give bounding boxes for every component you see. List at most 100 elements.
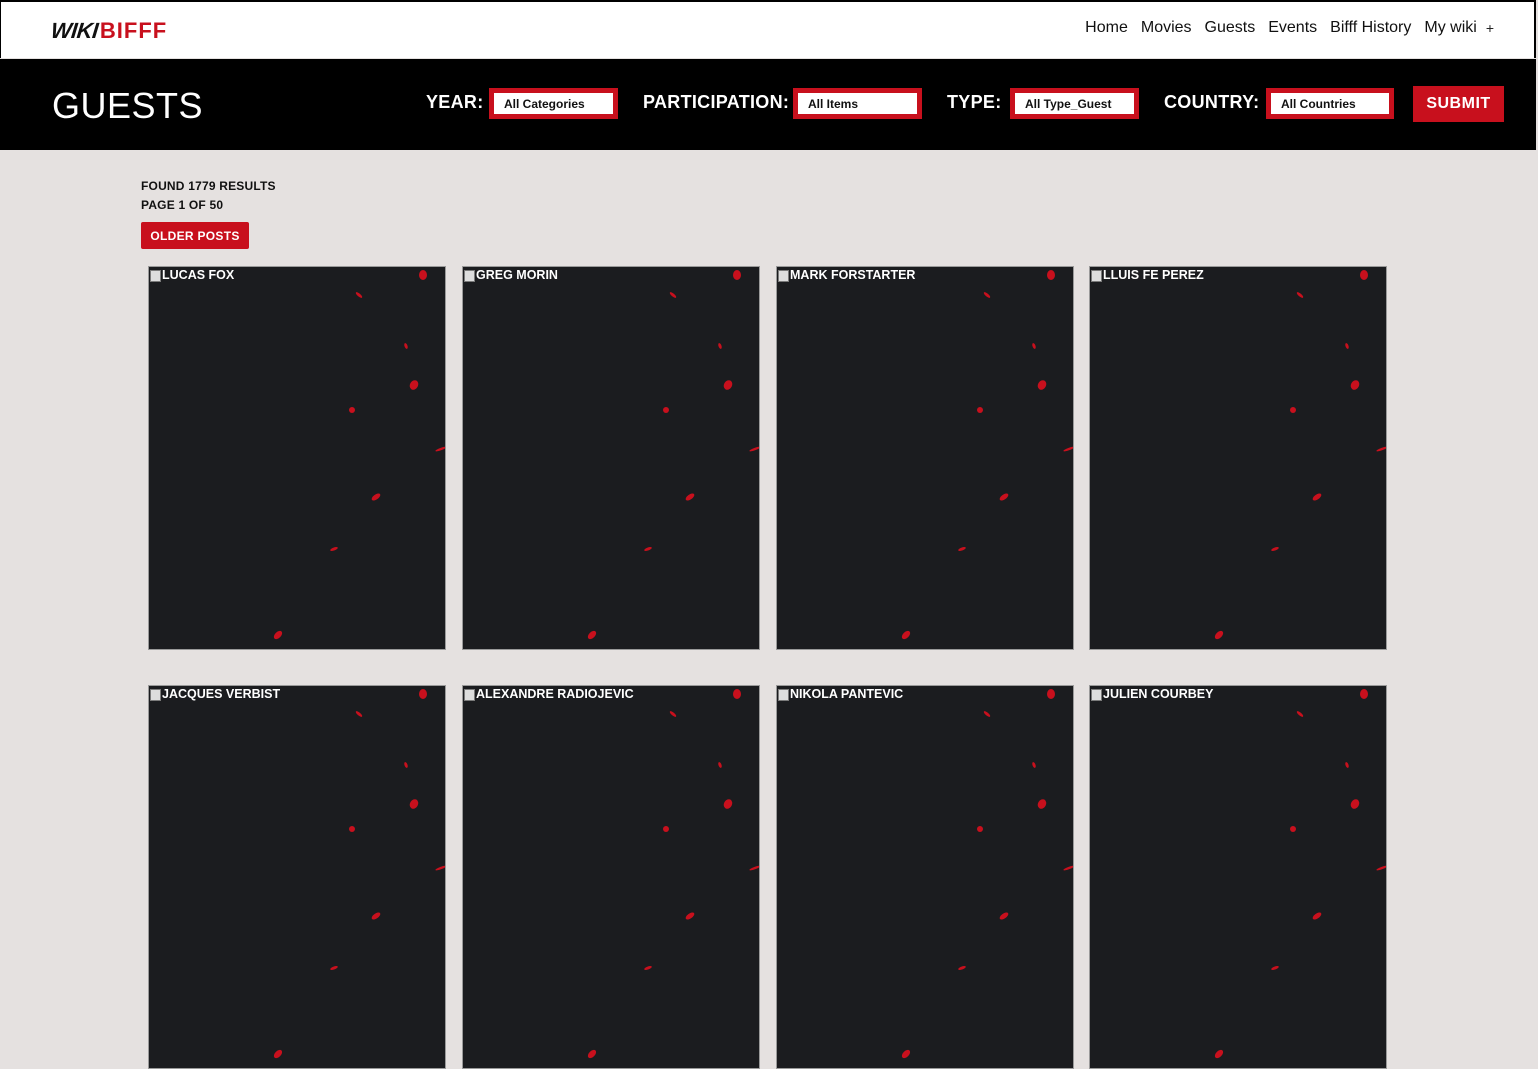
nav-home[interactable]: Home [1085, 19, 1128, 37]
blood-splatter [669, 711, 677, 717]
guest-card[interactable]: LLUIS FE PEREZ [1089, 266, 1387, 650]
blood-splatter [977, 407, 983, 413]
results-info: FOUND 1779 RESULTS PAGE 1 OF 50 [141, 177, 276, 215]
blood-splatter [1345, 762, 1349, 768]
blood-splatter [685, 493, 695, 501]
blood-splatter [435, 446, 445, 452]
blood-splatter [330, 966, 338, 970]
guest-name-wrap: GREG MORIN [463, 268, 558, 282]
type-select-value: All Type_Guest [1015, 93, 1134, 114]
blood-splatter [1047, 270, 1055, 280]
guest-name-wrap: ALEXANDRE RADIOJEVIC [463, 687, 634, 701]
page-title: GUESTS [52, 85, 204, 126]
guest-card[interactable]: JACQUES VERBIST [148, 685, 446, 1069]
top-navbar: WIKI BIFFF Home Movies Guests Events Bif… [0, 0, 1536, 58]
splatter-pattern [901, 689, 1073, 1059]
guest-name: JACQUES VERBIST [162, 687, 281, 701]
broken-image-icon [1090, 688, 1102, 701]
blood-splatter [587, 1049, 597, 1059]
blood-splatter [669, 292, 677, 298]
blood-splatter [349, 826, 355, 832]
guest-name: LUCAS FOX [162, 268, 235, 282]
blood-splatter [1032, 343, 1036, 349]
blood-splatter [587, 630, 597, 640]
type-select[interactable]: All Type_Guest [1010, 88, 1139, 119]
country-select[interactable]: All Countries [1266, 88, 1394, 119]
blood-splatter [1032, 762, 1036, 768]
guest-card[interactable]: ALEXANDRE RADIOJEVIC [462, 685, 760, 1069]
logo-wiki-text: WIKI [49, 18, 100, 43]
blood-splatter [723, 799, 733, 809]
participation-select[interactable]: All Items [793, 88, 922, 119]
wikibifff-logo[interactable]: WIKI BIFFF [49, 18, 167, 43]
page-indicator: PAGE 1 OF 50 [141, 198, 224, 212]
guest-name: MARK FORSTARTER [790, 268, 916, 282]
blood-splatter [749, 446, 759, 452]
broken-image-icon [463, 269, 475, 282]
blood-splatter [409, 380, 419, 390]
broken-image-icon [777, 269, 789, 282]
blood-splatter [977, 826, 983, 832]
type-label: TYPE: [947, 92, 1002, 112]
filter-bar: GUESTS YEAR: All Categories PARTICIPATIO… [0, 59, 1536, 150]
blood-splatter [1312, 493, 1322, 501]
blood-splatter [733, 689, 741, 699]
results-count: FOUND 1779 RESULTS [141, 179, 276, 193]
guest-name-wrap: LUCAS FOX [149, 268, 234, 282]
blood-splatter [958, 966, 966, 970]
splatter-pattern [901, 270, 1073, 640]
blood-splatter [1350, 799, 1360, 809]
guest-name-wrap: LLUIS FE PEREZ [1090, 268, 1204, 282]
blood-splatter [999, 912, 1009, 920]
blood-splatter [1047, 689, 1055, 699]
expand-plus-icon[interactable]: + [1486, 20, 1494, 36]
year-label: YEAR: [426, 92, 484, 112]
blood-splatter [718, 343, 722, 349]
blood-splatter [273, 630, 283, 640]
guest-card[interactable]: NIKOLA PANTEVIC [776, 685, 1074, 1069]
blood-splatter [1214, 1049, 1224, 1059]
guest-card[interactable]: JULIEN COURBEY [1089, 685, 1387, 1069]
nav-events[interactable]: Events [1268, 19, 1317, 37]
blood-splatter [349, 407, 355, 413]
blood-splatter [999, 493, 1009, 501]
blood-splatter [404, 343, 408, 349]
blood-splatter [958, 547, 966, 551]
blood-splatter [1290, 407, 1296, 413]
blood-splatter [1296, 711, 1304, 717]
blood-splatter [419, 270, 427, 280]
main-nav: Home Movies Guests Events Bifff History … [1085, 19, 1494, 37]
blood-splatter [983, 292, 991, 298]
blood-splatter [1271, 547, 1279, 551]
blood-splatter [1345, 343, 1349, 349]
guest-name: JULIEN COURBEY [1103, 687, 1214, 701]
guest-name: ALEXANDRE RADIOJEVIC [476, 687, 634, 701]
blood-splatter [1037, 380, 1047, 390]
nav-bifff-history[interactable]: Bifff History [1330, 19, 1411, 37]
blood-splatter [355, 292, 363, 298]
blood-splatter [663, 826, 669, 832]
broken-image-icon [149, 269, 161, 282]
year-select[interactable]: All Categories [489, 88, 618, 119]
guest-card[interactable]: LUCAS FOX [148, 266, 446, 650]
broken-image-icon [777, 688, 789, 701]
submit-button[interactable]: SUBMIT [1413, 86, 1504, 122]
guest-card[interactable]: GREG MORIN [462, 266, 760, 650]
blood-splatter [1296, 292, 1304, 298]
blood-splatter [1214, 630, 1224, 640]
blood-splatter [409, 799, 419, 809]
guest-card[interactable]: MARK FORSTARTER [776, 266, 1074, 650]
broken-image-icon [1090, 269, 1102, 282]
blood-splatter [1063, 446, 1073, 452]
blood-splatter [718, 762, 722, 768]
guest-name: LLUIS FE PEREZ [1103, 268, 1204, 282]
guest-name-wrap: JULIEN COURBEY [1090, 687, 1213, 701]
guest-name: NIKOLA PANTEVIC [790, 687, 904, 701]
nav-movies[interactable]: Movies [1141, 19, 1192, 37]
nav-guests[interactable]: Guests [1205, 19, 1256, 37]
blood-splatter [419, 689, 427, 699]
guest-name: GREG MORIN [476, 268, 558, 282]
older-posts-button[interactable]: OLDER POSTS [141, 222, 249, 249]
guest-name-wrap: MARK FORSTARTER [777, 268, 915, 282]
nav-my-wiki[interactable]: My wiki [1424, 19, 1476, 37]
